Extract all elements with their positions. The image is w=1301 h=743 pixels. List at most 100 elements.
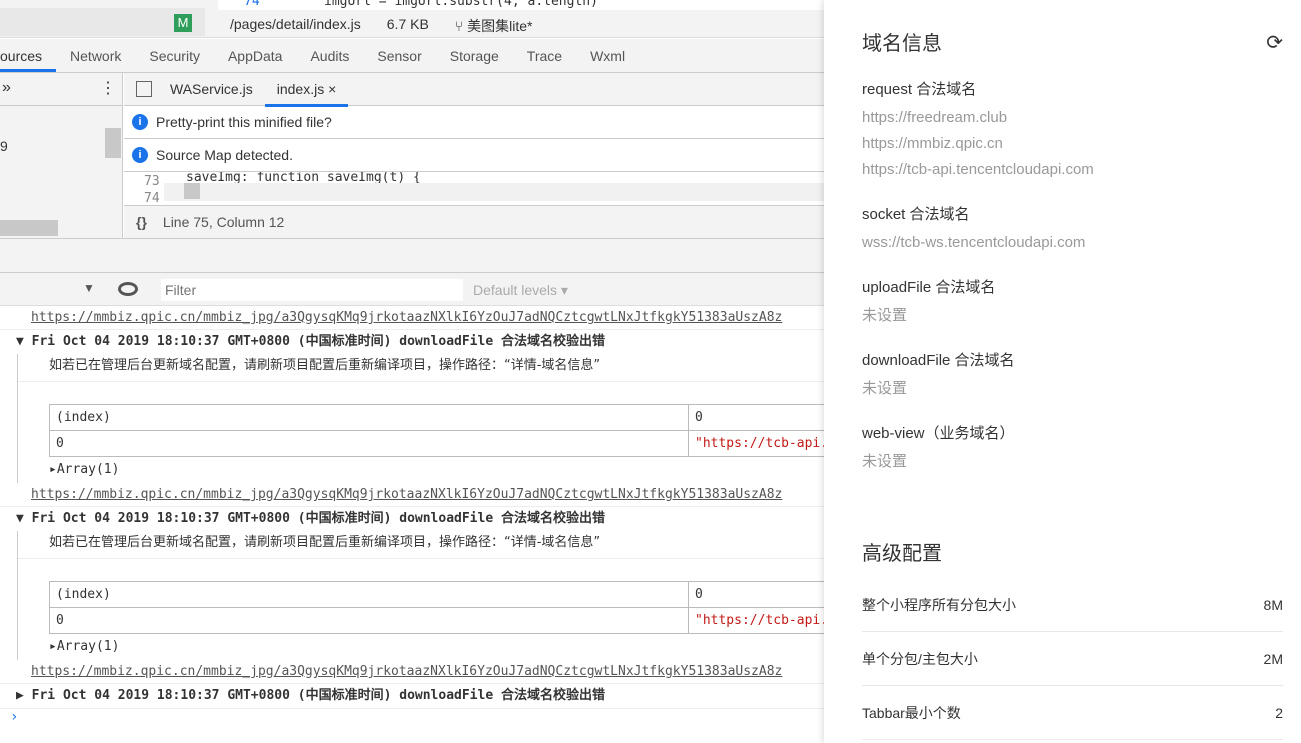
table-header: 0 xyxy=(688,581,824,608)
tab-sensor[interactable]: Sensor xyxy=(363,39,435,72)
domain-value: 未设置 xyxy=(862,380,908,397)
config-value: 2 xyxy=(1275,704,1283,721)
navigator-pane: » ⋮ 9 xyxy=(0,73,123,238)
config-row: 整个小程序所有分包大小 8M xyxy=(862,578,1283,632)
line-number: 74 xyxy=(244,0,260,9)
tab-index-js[interactable]: index.js × xyxy=(264,73,349,107)
console-link[interactable]: https://mmbiz.qpic.cn/mmbiz_jpg/a3QgysqK… xyxy=(0,660,824,684)
code-area[interactable]: 73 74 saveImg: function saveImg(t) { xyxy=(124,172,824,204)
domain-value: 未设置 xyxy=(862,453,908,470)
domain-value: 未设置 xyxy=(862,307,908,324)
array-label: Array(1) xyxy=(56,462,120,477)
domain-value: wss://tcb-ws.tencentcloudapi.com xyxy=(862,234,1086,251)
status-bar: {} Line 75, Column 12 xyxy=(124,205,824,238)
tab-audits[interactable]: Audits xyxy=(296,39,363,72)
context-dropdown-icon[interactable]: ▼ xyxy=(83,281,95,295)
scrollbar[interactable] xyxy=(105,128,121,158)
close-icon[interactable]: × xyxy=(328,81,336,97)
config-label: 整个小程序所有分包大小 xyxy=(862,596,1016,613)
domain-info-panel: 域名信息 ⟳ request 合法域名 https://freedream.clu… xyxy=(824,0,1301,743)
tab-security[interactable]: Security xyxy=(135,39,214,72)
levels-dropdown[interactable]: Default levels ▾ xyxy=(473,282,568,299)
table-cell: 0 xyxy=(49,430,689,457)
array-label: Array(1) xyxy=(56,639,120,654)
config-row: Tabbar最小个数 2 xyxy=(862,686,1283,740)
section-title: uploadFile 合法域名 xyxy=(862,279,996,296)
info-icon: i xyxy=(132,114,148,130)
console-prompt[interactable]: › xyxy=(0,708,824,725)
section-socket: socket 合法域名 wss://tcb-ws.tencentcloudapi.… xyxy=(862,203,1301,256)
tab-wxml[interactable]: Wxml xyxy=(576,39,639,72)
cursor-position: Line 75, Column 12 xyxy=(162,214,285,230)
tab-network[interactable]: Network xyxy=(56,39,135,72)
section-download: downloadFile 合法域名 未设置 xyxy=(862,349,1301,402)
more-tabs-button[interactable]: » xyxy=(2,79,11,97)
editor-top-bar: M 74 imgUrl = imgUrl.substr(4, a.length) … xyxy=(0,0,824,38)
table-cell: "https://tcb-api.te xyxy=(688,430,824,457)
menu-icon[interactable]: ⋮ xyxy=(100,78,116,98)
tab-appdata[interactable]: AppData xyxy=(214,39,296,72)
source-map-bar: i Source Map detected. xyxy=(124,139,824,172)
file-path: /pages/detail/index.js xyxy=(230,16,361,32)
group-title: Fri Oct 04 2019 18:10:37 GMT+0800 (中国标准时… xyxy=(31,688,605,703)
domain-value: https://tcb-api.tencentcloudapi.com xyxy=(862,161,1094,178)
tab-trace[interactable]: Trace xyxy=(513,39,576,72)
pretty-print-bar[interactable]: i Pretty-print this minified file? xyxy=(124,106,824,139)
config-label: 单个分包/主包大小 xyxy=(862,650,978,667)
nav-item[interactable]: 9 xyxy=(0,138,8,154)
console-toolbar: ▼ Default levels ▾ xyxy=(0,272,824,306)
h-scrollbar[interactable] xyxy=(0,220,58,236)
line-number: 73 xyxy=(144,174,160,189)
console-group[interactable]: ▼ Fri Oct 04 2019 18:10:37 GMT+0800 (中国标… xyxy=(0,507,824,531)
console-link[interactable]: https://mmbiz.qpic.cn/mmbiz_jpg/a3QgysqK… xyxy=(0,483,824,507)
array-toggle[interactable]: ▸Array(1) xyxy=(18,457,824,483)
console-link[interactable]: https://mmbiz.qpic.cn/mmbiz_jpg/a3QgysqK… xyxy=(0,306,824,330)
console-group[interactable]: ▼ Fri Oct 04 2019 18:10:37 GMT+0800 (中国标… xyxy=(0,330,824,354)
array-toggle[interactable]: ▸Array(1) xyxy=(18,634,824,660)
h-scrollbar[interactable] xyxy=(164,183,824,201)
section-title: request 合法域名 xyxy=(862,81,977,98)
table-cell: "https://tcb-api.te xyxy=(688,607,824,634)
tab-sources[interactable]: ources xyxy=(0,39,57,72)
config-row: 单个分包/主包大小 2M xyxy=(862,632,1283,686)
table-header: 0 xyxy=(688,404,824,431)
table-cell: 0 xyxy=(49,607,689,634)
refresh-icon[interactable]: ⟳ xyxy=(1266,30,1283,55)
console-table: (index)00"https://tcb-api.te xyxy=(49,404,824,457)
branch[interactable]: ⑂ 美图集lite* xyxy=(455,16,533,36)
eye-icon[interactable] xyxy=(118,282,138,296)
group-title: Fri Oct 04 2019 18:10:37 GMT+0800 (中国标准时… xyxy=(31,511,605,526)
console-message: 如若已在管理后台更新域名配置，请刷新项目配置后重新编译项目，操作路径：“详情-域… xyxy=(18,531,824,559)
devtools-tabs: ources Network Security AppData Audits S… xyxy=(0,39,824,73)
domain-value: https://mmbiz.qpic.cn xyxy=(862,135,1003,152)
console-message: 如若已在管理后台更新域名配置，请刷新项目配置后重新编译项目，操作路径：“详情-域… xyxy=(18,354,824,382)
advanced-config: 整个小程序所有分包大小 8M 单个分包/主包大小 2M Tabbar最小个数 2 xyxy=(862,578,1283,740)
panel-title: 域名信息 xyxy=(862,33,942,55)
branch-icon: ⑂ xyxy=(454,18,464,34)
filter-input[interactable] xyxy=(161,279,463,301)
editor-tabs: WAService.js index.js × xyxy=(124,73,824,107)
modified-badge: M xyxy=(174,14,192,32)
console-output: https://mmbiz.qpic.cn/mmbiz_jpg/a3QgysqK… xyxy=(0,306,824,725)
pretty-print-button[interactable]: {} xyxy=(136,214,147,230)
table-header: (index) xyxy=(49,404,689,431)
config-value: 8M xyxy=(1263,596,1283,613)
advanced-title: 高级配置 xyxy=(862,543,942,565)
tab-storage[interactable]: Storage xyxy=(436,39,513,72)
group-title: Fri Oct 04 2019 18:10:37 GMT+0800 (中国标准时… xyxy=(31,334,605,349)
section-request: request 合法域名 https://freedream.club https:… xyxy=(862,78,1301,183)
code-line: 74 imgUrl = imgUrl.substr(4, a.length) xyxy=(218,0,824,10)
line-number: 74 xyxy=(144,191,160,204)
toggle-navigator-icon[interactable] xyxy=(136,81,152,97)
console-table: (index)00"https://tcb-api.te xyxy=(49,581,824,634)
section-title: web-view（业务域名） xyxy=(862,425,1015,442)
config-label: Tabbar最小个数 xyxy=(862,704,961,721)
info-icon: i xyxy=(132,147,148,163)
config-value: 2M xyxy=(1263,650,1283,667)
code-text: imgUrl = imgUrl.substr(4, a.length) xyxy=(324,0,598,9)
branch-name: 美图集lite* xyxy=(467,18,533,34)
console-group[interactable]: ▶ Fri Oct 04 2019 18:10:37 GMT+0800 (中国标… xyxy=(0,684,824,708)
info-text: Source Map detected. xyxy=(156,147,293,163)
tab-waservice[interactable]: WAService.js xyxy=(158,73,265,106)
drawer-header xyxy=(0,238,824,272)
